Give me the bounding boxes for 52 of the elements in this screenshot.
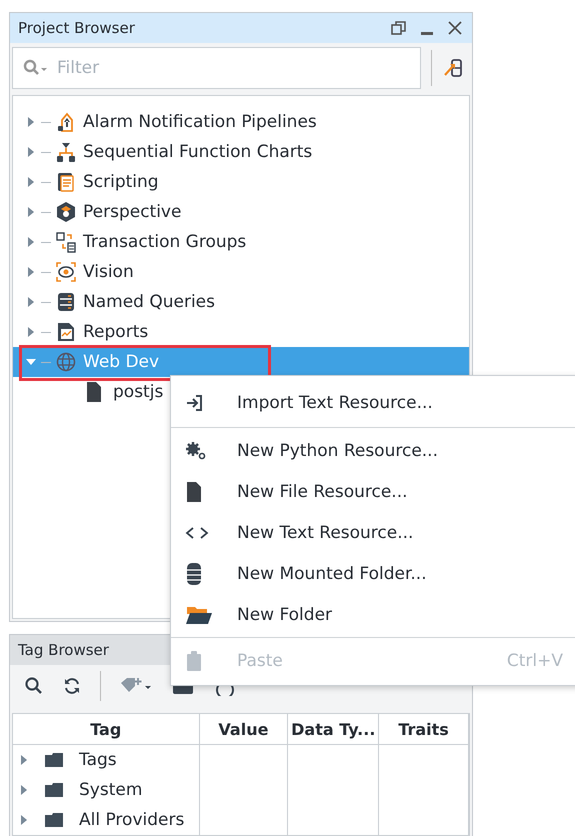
gears-icon <box>185 440 207 460</box>
globe-icon <box>55 351 77 373</box>
database-icon <box>55 291 77 313</box>
clipboard-icon <box>185 650 203 672</box>
folder-icon <box>43 751 65 769</box>
menu-item[interactable]: New Folder <box>171 594 575 635</box>
column-header[interactable]: Traits <box>379 714 469 744</box>
file-icon <box>85 381 103 403</box>
expand-arrow-icon[interactable] <box>19 784 29 796</box>
table-cell: Tags <box>79 750 117 770</box>
menu-item[interactable]: New Python Resource... <box>171 430 575 471</box>
report-icon <box>55 321 77 343</box>
filter-field[interactable]: Filter <box>53 49 420 87</box>
tree-item[interactable]: postjs <box>113 382 164 402</box>
search-field[interactable]: Filter <box>12 47 421 89</box>
tree-item[interactable]: Reports <box>83 322 148 342</box>
tree-item[interactable]: Transaction Groups <box>83 232 246 252</box>
restore-icon[interactable] <box>390 19 408 37</box>
import-icon <box>185 392 205 412</box>
flow-chart-icon <box>55 141 77 163</box>
file-icon <box>185 480 203 502</box>
search-icon[interactable] <box>24 676 44 696</box>
tree-item[interactable]: Named Queries <box>83 292 215 312</box>
link-editor-icon[interactable] <box>442 57 464 79</box>
menu-item[interactable]: New File Resource... <box>171 471 575 512</box>
transaction-icon <box>55 231 77 253</box>
shortcut-text: Ctrl+V <box>506 650 563 670</box>
table-cell: System <box>79 780 142 800</box>
refresh-icon[interactable] <box>62 676 82 696</box>
database-icon <box>185 562 203 586</box>
hexagon-icon <box>55 201 77 223</box>
menu-item[interactable]: New Text Resource... <box>171 512 575 553</box>
column-header[interactable]: Data Ty... <box>288 714 380 744</box>
folder-icon <box>185 604 213 624</box>
close-icon[interactable] <box>446 19 464 37</box>
column-header[interactable]: Value <box>200 714 288 744</box>
tree-item[interactable]: Perspective <box>83 202 182 222</box>
eye-icon <box>55 261 77 283</box>
tree-item[interactable]: Vision <box>83 262 134 282</box>
tree-item[interactable]: Alarm Notification Pipelines <box>83 112 317 132</box>
column-header[interactable]: Tag <box>13 714 200 744</box>
tree-item[interactable]: Sequential Function Charts <box>83 142 312 162</box>
expand-arrow-icon[interactable] <box>19 814 29 826</box>
expand-arrow-icon[interactable] <box>19 754 29 766</box>
tree-item[interactable]: Scripting <box>83 172 159 192</box>
panel-title: Project Browser <box>18 19 135 37</box>
table-cell: All Providers <box>79 810 184 830</box>
menu-item[interactable]: New Mounted Folder... <box>171 553 575 594</box>
panel-title: Tag Browser <box>18 641 109 659</box>
folder-icon <box>43 811 65 829</box>
folder-icon <box>43 781 65 799</box>
menu-item[interactable]: Import Text Resource... <box>171 380 575 425</box>
